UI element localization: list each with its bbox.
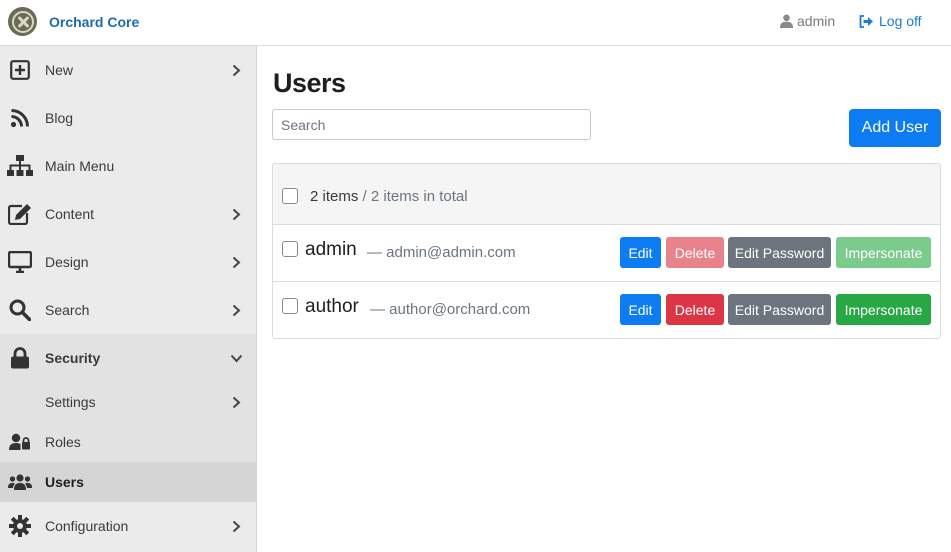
delete-button[interactable]: Delete: [666, 237, 724, 268]
sign-out-icon: [859, 14, 873, 28]
chevron-right-icon: [228, 206, 244, 222]
user-name: author: [305, 296, 359, 317]
user-lock-icon: [7, 429, 33, 455]
users-icon: [7, 469, 33, 495]
chevron-right-icon: [228, 394, 244, 410]
list-item: admin — admin@admin.com Edit Delete Edit…: [273, 225, 940, 282]
logoff-label: Log off: [879, 13, 922, 29]
chevron-down-icon: [228, 350, 244, 366]
sidebar-item-label: Users: [45, 474, 84, 490]
delete-button[interactable]: Delete: [666, 294, 724, 325]
add-user-button[interactable]: Add User: [849, 109, 941, 147]
items-count: 2 items: [310, 188, 359, 205]
sidebar-item-search[interactable]: Search: [0, 286, 256, 334]
sidebar-item-configuration[interactable]: Configuration: [0, 502, 256, 550]
sidebar-item-label: Content: [45, 206, 95, 222]
sidebar-item-label: Design: [45, 254, 89, 270]
list-item: author — author@orchard.com Edit Delete …: [273, 282, 940, 338]
sidebar-item-label: Search: [45, 302, 90, 318]
sidebar-item-blog[interactable]: Blog: [0, 94, 256, 142]
sidebar-item-users[interactable]: Users: [0, 462, 256, 502]
chevron-right-icon: [228, 254, 244, 270]
user-email: — admin@admin.com: [367, 244, 516, 261]
impersonate-button[interactable]: Impersonate: [836, 237, 931, 268]
top-navbar: Orchard Core admin Log off: [0, 0, 951, 46]
search-icon: [7, 297, 33, 323]
user-icon: [780, 14, 793, 28]
orchard-logo-icon: [8, 7, 37, 36]
chevron-right-icon: [228, 302, 244, 318]
edit-password-button[interactable]: Edit Password: [728, 294, 831, 325]
desktop-icon: [7, 249, 33, 275]
page-title: Users: [273, 68, 346, 98]
logoff-link[interactable]: Log off: [859, 13, 922, 29]
users-list: 2 items / 2 items in total admin — admin…: [272, 163, 941, 339]
sidebar-item-main-menu[interactable]: Main Menu: [0, 142, 256, 190]
edit-button[interactable]: Edit: [620, 294, 661, 325]
rss-icon: [7, 105, 33, 131]
sidebar-item-label: Security: [45, 350, 101, 366]
edit-password-button[interactable]: Edit Password: [728, 237, 831, 268]
sidebar-item-label: Main Menu: [45, 158, 115, 174]
select-all-checkbox[interactable]: [282, 188, 298, 204]
row-checkbox[interactable]: [282, 241, 298, 257]
user-name: admin: [305, 239, 357, 260]
search-input[interactable]: [272, 109, 591, 140]
sidebar-item-label: Blog: [45, 110, 74, 126]
main-content: Users Add User 2 items / 2 items in tota…: [257, 46, 951, 552]
brand-link[interactable]: Orchard Core: [8, 7, 139, 36]
sidebar-item-content[interactable]: Content: [0, 190, 256, 238]
chevron-right-icon: [228, 62, 244, 78]
plus-square-icon: [7, 57, 33, 83]
edit-button[interactable]: Edit: [620, 237, 661, 268]
row-checkbox[interactable]: [282, 298, 298, 314]
list-header: 2 items / 2 items in total: [273, 164, 940, 225]
admin-sidebar: New Blog Main Menu Content Design Search…: [0, 46, 257, 552]
sidebar-item-label: Settings: [45, 394, 96, 410]
chevron-right-icon: [228, 518, 244, 534]
lock-icon: [7, 345, 33, 371]
cog-icon: [7, 513, 33, 539]
sidebar-item-new[interactable]: New: [0, 46, 256, 94]
brand-name: Orchard Core: [49, 13, 140, 30]
sidebar-item-design[interactable]: Design: [0, 238, 256, 286]
user-email: — author@orchard.com: [370, 301, 531, 318]
items-summary: 2 items / 2 items in total: [310, 188, 468, 205]
impersonate-button[interactable]: Impersonate: [836, 294, 931, 325]
sidebar-item-roles[interactable]: Roles: [0, 422, 256, 462]
sitemap-icon: [7, 153, 33, 179]
user-menu[interactable]: admin: [780, 13, 835, 29]
user-name: admin: [797, 13, 836, 29]
items-total: / 2 items in total: [358, 188, 468, 205]
sidebar-item-label: Configuration: [45, 518, 129, 534]
sidebar-item-security[interactable]: Security: [0, 334, 256, 382]
sidebar-item-label: New: [45, 62, 74, 78]
edit-icon: [7, 201, 33, 227]
sidebar-item-settings[interactable]: Settings: [0, 382, 256, 422]
sidebar-item-label: Roles: [45, 434, 81, 450]
